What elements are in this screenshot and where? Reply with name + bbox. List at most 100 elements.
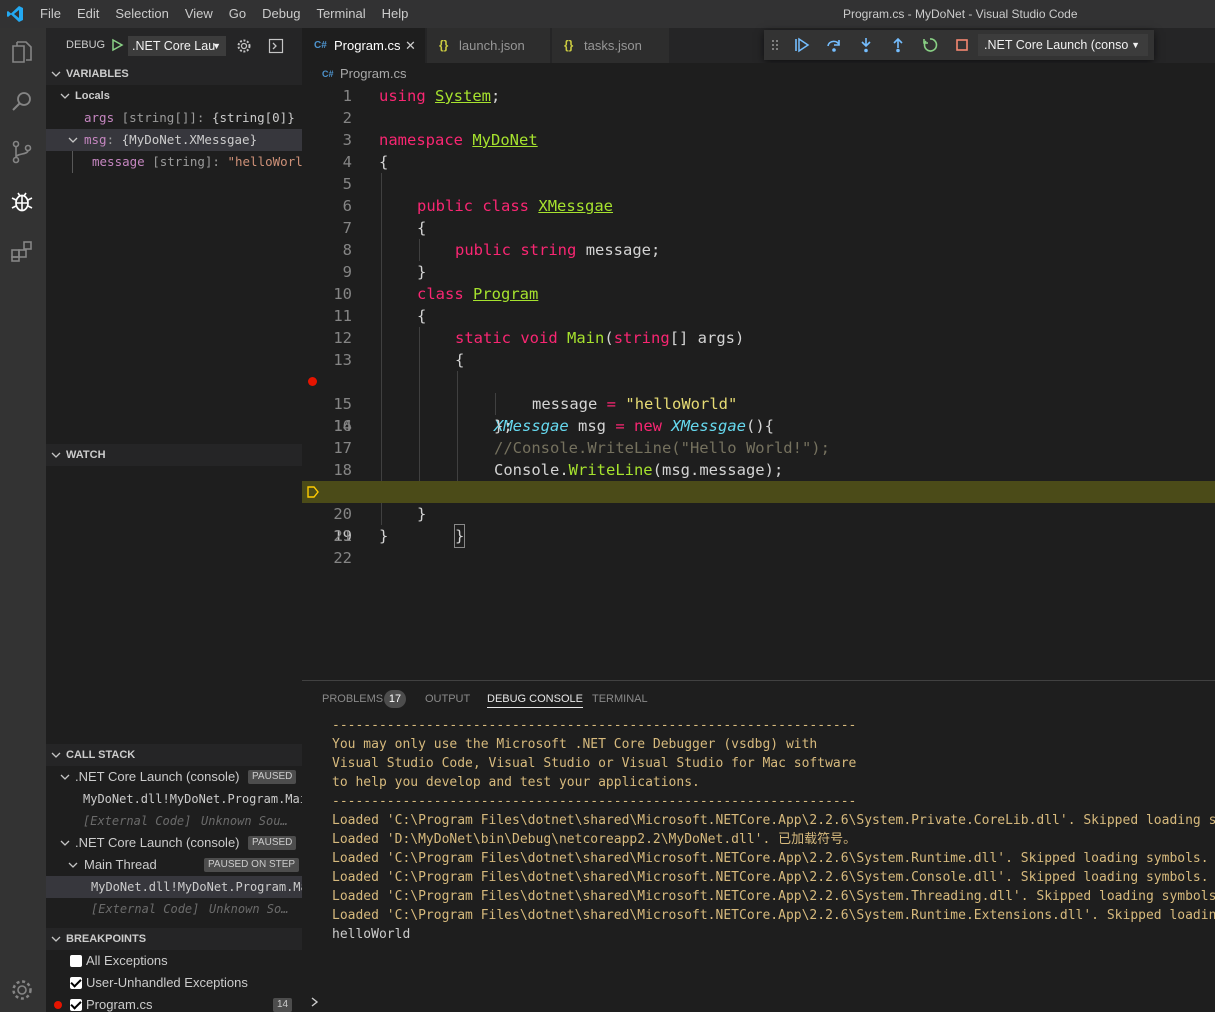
locals-scope[interactable]: Locals (46, 85, 302, 107)
checkbox[interactable] (70, 999, 82, 1011)
call-stack-header[interactable]: CALL STACK (46, 744, 302, 766)
console-line-output: helloWorld (332, 927, 411, 942)
json-file-icon: {} (564, 38, 574, 52)
code-line: 1 using System; (342, 87, 501, 105)
current-execution-arrow-icon (307, 486, 319, 498)
code-line: 20} (333, 505, 427, 523)
tab-output[interactable]: OUTPUT (425, 691, 470, 707)
start-debugging-button[interactable] (110, 38, 124, 52)
code-line: 7{ (342, 219, 427, 237)
chevron-down-icon (51, 936, 61, 942)
debug-floating-toolbar: .NET Core Launch (conso ▼ (764, 30, 1154, 60)
code-line: 14 XMessgae msg = new XMessgae(){ (302, 371, 1215, 435)
menu-terminal[interactable]: Terminal (308, 0, 373, 28)
open-launch-json-gear-icon[interactable] (236, 38, 252, 54)
tab-tasks-json[interactable]: {} tasks.json (552, 28, 670, 63)
menu-edit[interactable]: Edit (69, 0, 107, 28)
csharp-file-icon: C# (314, 40, 327, 51)
menu-view[interactable]: View (177, 0, 221, 28)
breakpoint-icon[interactable] (308, 377, 317, 386)
menu-help[interactable]: Help (374, 0, 417, 28)
vscode-logo-icon (7, 6, 23, 22)
line-badge: 14 (273, 998, 293, 1012)
chevron-down-icon (68, 137, 78, 143)
code-line: 15 message = "helloWorld" (333, 395, 738, 413)
call-stack-session[interactable]: .NET Core Launch (console) PAUSED (46, 832, 302, 854)
menu-bar: File Edit Selection View Go Debug Termin… (32, 0, 416, 28)
settings-gear-icon[interactable] (8, 976, 36, 1004)
tab-problems[interactable]: PROBLEMS (322, 691, 383, 707)
debug-console-icon[interactable] (268, 38, 284, 54)
breakpoints-header[interactable]: BREAKPOINTS (46, 928, 302, 950)
menu-selection[interactable]: Selection (107, 0, 176, 28)
restart-icon[interactable] (922, 37, 938, 53)
code-line: 11{ (333, 307, 427, 325)
launch-config-dropdown[interactable]: .NET Core Launch (conso ▼ (978, 34, 1148, 56)
watch-panel (46, 466, 302, 744)
variables-panel: Locals args [string[]]: {string[0]} msg:… (46, 85, 302, 444)
explorer-icon[interactable] (8, 38, 36, 66)
drag-handle-icon[interactable] (770, 37, 780, 53)
json-file-icon: {} (439, 38, 449, 52)
stack-frame[interactable]: MyDoNet.dll!MyDoNet.Program.Mai (46, 788, 302, 810)
console-line: Loaded 'C:\Program Files\dotnet\shared\M… (332, 813, 1215, 828)
close-icon[interactable]: ✕ (405, 28, 416, 63)
continue-icon[interactable] (794, 37, 810, 53)
breakpoints-panel: All Exceptions User-Unhandled Exceptions… (46, 950, 302, 1012)
tab-terminal[interactable]: TERMINAL (592, 691, 648, 707)
status-badge: PAUSED (248, 836, 297, 850)
stack-frame-selected[interactable]: MyDoNet.dll!MyDoNet.Program.Ma (46, 876, 302, 898)
call-stack-session[interactable]: .NET Core Launch (console) PAUSED (46, 766, 302, 788)
debug-icon[interactable] (8, 188, 36, 216)
tab-program-cs[interactable]: C# Program.cs ✕ (302, 28, 426, 63)
step-into-icon[interactable] (858, 37, 874, 53)
menu-file[interactable]: File (32, 0, 69, 28)
menu-debug[interactable]: Debug (254, 0, 308, 28)
csharp-file-icon: C# (322, 69, 334, 79)
chevron-down-icon (68, 862, 78, 868)
search-icon[interactable] (8, 88, 36, 116)
chevron-down-icon (51, 752, 61, 758)
call-stack-thread[interactable]: Main Thread PAUSED ON STEP (46, 854, 302, 876)
menu-go[interactable]: Go (221, 0, 254, 28)
tab-debug-console[interactable]: DEBUG CONSOLE (487, 691, 583, 708)
stack-frame-external[interactable]: [External Code] Unknown Sou… (46, 810, 302, 832)
checkbox[interactable] (70, 977, 82, 989)
variable-args[interactable]: args [string[]]: {string[0]} (46, 107, 302, 129)
launch-config-select[interactable]: .NET Core Lau ▼ (128, 36, 226, 56)
breakpoint-user-unhandled[interactable]: User-Unhandled Exceptions (46, 972, 302, 994)
step-out-icon[interactable] (890, 37, 906, 53)
code-line: 22 (333, 549, 352, 567)
checkbox[interactable] (70, 955, 82, 967)
extensions-icon[interactable] (8, 238, 36, 266)
breakpoint-program-cs[interactable]: Program.cs 14 (46, 994, 302, 1012)
breadcrumb-item[interactable]: Program.cs (340, 63, 406, 85)
status-badge: PAUSED ON STEP (204, 858, 300, 872)
code-line: 18 Console.WriteLine(msg.message); (333, 461, 784, 479)
console-prompt-chevron-icon[interactable] (310, 995, 320, 1009)
tab-launch-json[interactable]: {} launch.json (427, 28, 551, 63)
console-line: to help you develop and test your applic… (332, 775, 700, 790)
chevron-down-icon (51, 71, 61, 77)
step-over-icon[interactable] (826, 37, 842, 53)
title-bar: File Edit Selection View Go Debug Termin… (0, 0, 1215, 28)
variables-header[interactable]: VARIABLES (46, 63, 302, 85)
watch-header[interactable]: WATCH (46, 444, 302, 466)
code-line: 13{ (333, 351, 465, 369)
stop-icon[interactable] (954, 37, 970, 53)
chevron-down-icon: ▼ (212, 41, 221, 51)
code-line: 3 namespace MyDoNet (342, 131, 538, 149)
code-line: 21} (333, 527, 389, 545)
code-line: 2 (342, 109, 352, 127)
breadcrumb: C# Program.cs (302, 63, 1215, 85)
stack-frame-external[interactable]: [External Code] Unknown So… (46, 898, 302, 920)
debug-sidebar: DEBUG .NET Core Lau ▼ VARIABLES Locals ar… (46, 28, 302, 1012)
chevron-down-icon: ▼ (1131, 40, 1140, 50)
source-control-icon[interactable] (8, 138, 36, 166)
variable-message[interactable]: message [string]: "helloWorl… (46, 151, 302, 173)
breakpoint-all-exceptions[interactable]: All Exceptions (46, 950, 302, 972)
variable-msg[interactable]: msg: {MyDoNet.XMessgae} (46, 129, 302, 151)
chevron-down-icon (60, 774, 70, 780)
debug-label: DEBUG (66, 39, 106, 51)
code-editor[interactable]: 1 using System; 2 3 namespace MyDoNet 4{ 5… (302, 85, 1215, 680)
